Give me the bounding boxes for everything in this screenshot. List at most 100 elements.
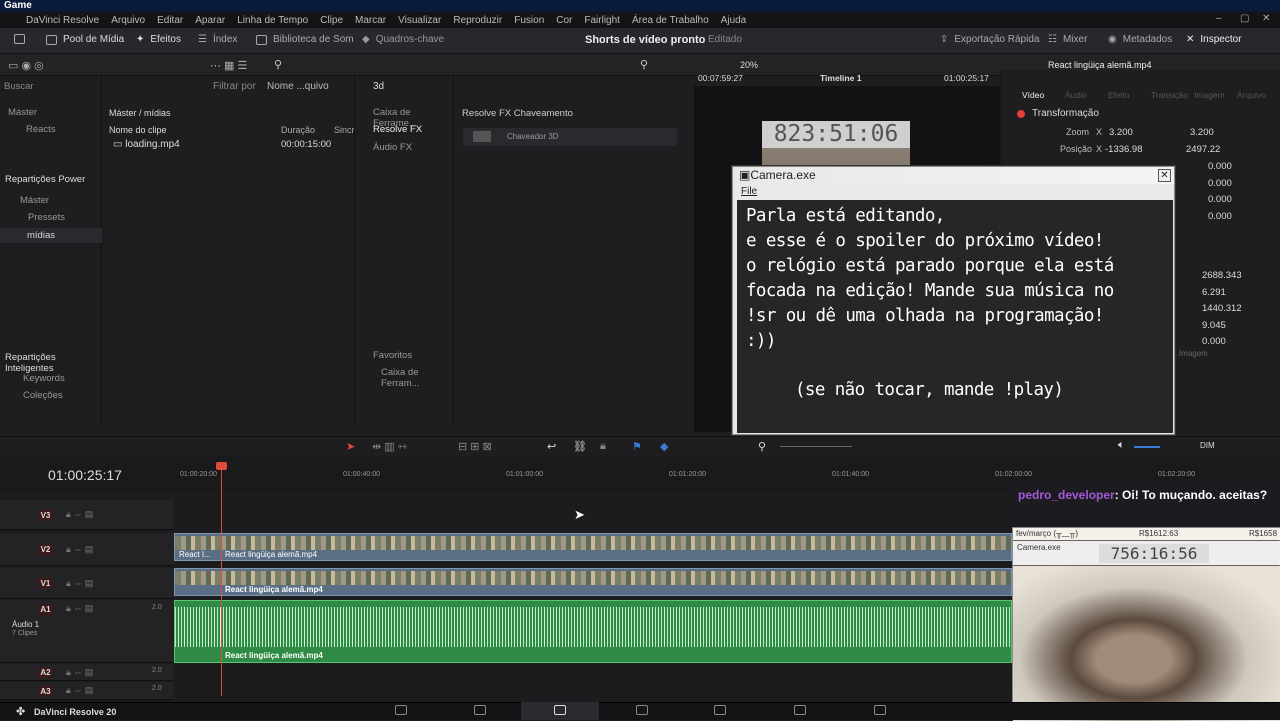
playhead[interactable] bbox=[221, 466, 222, 696]
menu-item[interactable]: Reproduzir bbox=[453, 15, 502, 26]
marker-icon[interactable]: ◆ bbox=[660, 440, 668, 453]
menu-item[interactable]: Cor bbox=[556, 15, 572, 26]
zoom-icon[interactable]: ⚲ bbox=[758, 440, 766, 453]
camera-close-icon[interactable]: ✕ bbox=[1158, 169, 1171, 182]
camera-window[interactable]: ▣Camera.exe ✕ File Parla está editando, … bbox=[732, 166, 1175, 435]
menu-item[interactable]: DaVinci Resolve bbox=[26, 15, 99, 26]
camera-file-menu[interactable]: File bbox=[741, 186, 757, 197]
column-name[interactable]: Nome do clipe bbox=[109, 125, 167, 135]
track-controls-icons[interactable]: 🔒︎ ⇔ ▤ bbox=[66, 578, 93, 589]
media-pool-button[interactable]: Pool de Mídia bbox=[46, 34, 124, 45]
snapping-icon[interactable]: ↩ bbox=[547, 440, 556, 453]
bin-master[interactable]: Máster bbox=[8, 107, 37, 118]
smart-bin-keywords[interactable]: Keywords bbox=[23, 373, 65, 384]
layout-icons[interactable]: ▭ ◉ ◎ bbox=[8, 59, 44, 72]
flag-icon[interactable]: ⚑ bbox=[632, 440, 642, 453]
trim-tool-icons[interactable]: ⇹ ▥ ⇿ bbox=[372, 440, 407, 453]
panel-toggle-icon[interactable] bbox=[14, 34, 25, 44]
inspector-value[interactable]: 0.000 bbox=[1202, 336, 1226, 347]
transform-section[interactable]: Transformação bbox=[1032, 108, 1099, 119]
select-tool-icon[interactable]: ➤ bbox=[346, 440, 355, 453]
inspector-tab[interactable]: Transição bbox=[1151, 90, 1188, 100]
power-bin-master[interactable]: Máster bbox=[20, 195, 49, 206]
fusion-page-icon[interactable] bbox=[636, 705, 648, 715]
favorite-toolbox[interactable]: Caixa de Ferram... bbox=[381, 367, 453, 389]
edit-tool-icons[interactable]: ⊟ ⊞ ⊠ bbox=[458, 440, 492, 453]
view-icons[interactable]: ⋯ ▦ ☰ bbox=[210, 59, 247, 72]
inspector-value[interactable]: 2688.343 bbox=[1202, 270, 1242, 281]
clip-row[interactable]: ▭ loading.mp4 bbox=[113, 139, 180, 150]
track-header-v1[interactable]: V1 🔒︎ ⇔ ▤ bbox=[0, 568, 174, 599]
fx-search-field[interactable]: 3d bbox=[373, 81, 384, 92]
column-sync[interactable]: Sincr bbox=[334, 125, 355, 135]
column-duration[interactable]: Duração bbox=[281, 125, 315, 135]
close-icon[interactable]: ✕ bbox=[1262, 13, 1270, 24]
inspector-tab[interactable]: Efeito bbox=[1108, 90, 1130, 100]
audio-clip-a1[interactable]: React lingüiça alemã.mp4 bbox=[174, 600, 1012, 663]
menu-item[interactable]: Marcar bbox=[355, 15, 386, 26]
menu-item[interactable]: Clipe bbox=[320, 15, 343, 26]
volume-slider[interactable] bbox=[1134, 446, 1160, 448]
track-controls-icons[interactable]: 🔒︎ ⇔ ▤ bbox=[66, 667, 93, 678]
sound-library-button[interactable]: Biblioteca de Som bbox=[256, 34, 354, 45]
cut-page-icon[interactable] bbox=[474, 705, 486, 715]
track-header-a2[interactable]: A2 🔒︎ ⇔ ▤ 2.0 bbox=[0, 664, 174, 681]
index-button[interactable]: ☰ Índex bbox=[198, 34, 237, 45]
fx-search-icon[interactable]: ⚲ bbox=[640, 58, 648, 71]
track-controls-icons[interactable]: 🔒︎ ⇔ ▤ bbox=[66, 603, 93, 614]
fx-section-header[interactable]: Resolve FX Chaveamento bbox=[462, 108, 573, 119]
inspector-tab[interactable]: Áudio bbox=[1065, 90, 1087, 100]
fx-tree-audio-fx[interactable]: Áudio FX bbox=[373, 142, 412, 153]
menu-item[interactable]: Aparar bbox=[195, 15, 225, 26]
track-header-v2[interactable]: V2 🔒︎ ⇔ ▤ bbox=[0, 533, 174, 566]
fx-tree-resolve-fx[interactable]: Resolve FX bbox=[373, 124, 422, 135]
zoom-x-field-right[interactable]: 3.200 bbox=[1190, 127, 1214, 138]
fx-item-3d-keyer[interactable]: Chaveador 3D bbox=[463, 128, 677, 146]
inspector-value[interactable]: 9.045 bbox=[1202, 320, 1226, 331]
inspector-value[interactable]: 0.000 bbox=[1208, 194, 1232, 205]
minimize-icon[interactable]: – bbox=[1216, 13, 1222, 24]
menu-item[interactable]: Editar bbox=[157, 15, 183, 26]
inspector-tab[interactable]: Arquivo bbox=[1237, 90, 1266, 100]
search-icon[interactable]: ⚲ bbox=[274, 58, 282, 71]
inspector-value[interactable]: 0.000 bbox=[1208, 161, 1232, 172]
track-header-a1[interactable]: A1 🔒︎ ⇔ ▤ 2.0 Áudio 17 Clipes bbox=[0, 600, 174, 663]
inspector-tab[interactable]: Imagem bbox=[1194, 90, 1225, 100]
lock-icon[interactable]: 🔒︎ bbox=[600, 440, 606, 453]
power-bin-pressets[interactable]: Pressets bbox=[28, 212, 65, 223]
inspector-value[interactable]: 6.291 bbox=[1202, 287, 1226, 298]
fairlight-page-icon[interactable] bbox=[794, 705, 806, 715]
zoom-slider[interactable] bbox=[780, 446, 852, 447]
bin-reacts[interactable]: Reacts bbox=[26, 124, 56, 135]
color-page-icon[interactable] bbox=[714, 705, 726, 715]
smart-bin-collections[interactable]: Coleções bbox=[23, 390, 63, 401]
inspector-tab[interactable]: Vídeo bbox=[1022, 90, 1044, 100]
keyframes-button[interactable]: ◆ Quadros-chave bbox=[362, 34, 444, 45]
power-bin-midias[interactable]: mídias bbox=[0, 228, 102, 243]
video-clip-v1[interactable]: React lingüiça alemã.mp4 bbox=[174, 568, 1012, 596]
speaker-icon[interactable]: 🔈︎ bbox=[1118, 439, 1125, 452]
menu-item[interactable]: Fusion bbox=[514, 15, 544, 26]
inspector-value[interactable]: 1440.312 bbox=[1202, 303, 1242, 314]
track-controls-icons[interactable]: 🔒︎ ⇔ ▤ bbox=[66, 544, 93, 555]
dim-button[interactable]: DIM bbox=[1200, 441, 1215, 450]
inspector-button[interactable]: ✕ Inspector bbox=[1186, 34, 1242, 45]
deliver-page-icon[interactable] bbox=[874, 705, 886, 715]
zoom-x-field[interactable]: 3.200 bbox=[1109, 127, 1133, 138]
filter-dropdown[interactable]: Nome ...quivo bbox=[267, 81, 329, 92]
quick-export-button[interactable]: ⇪ Exportação Rápida bbox=[940, 34, 1039, 45]
media-search[interactable]: Buscar bbox=[4, 81, 34, 92]
menu-item[interactable]: Ajuda bbox=[721, 15, 747, 26]
favorites-header[interactable]: Favoritos bbox=[373, 350, 412, 361]
metadata-button[interactable]: ◉ Metadados bbox=[1108, 34, 1172, 45]
menu-item[interactable]: Área de Trabalho bbox=[632, 15, 709, 26]
zoom-dropdown[interactable]: 20% bbox=[740, 60, 758, 70]
inspector-value[interactable]: 0.000 bbox=[1208, 178, 1232, 189]
inspector-value[interactable]: 0.000 bbox=[1208, 211, 1232, 222]
mixer-button[interactable]: ☷ Mixer bbox=[1048, 34, 1087, 45]
effects-button[interactable]: ✦ Efeitos bbox=[136, 34, 181, 45]
link-icon[interactable]: ⛓ bbox=[573, 440, 587, 453]
menu-item[interactable]: Visualizar bbox=[398, 15, 441, 26]
timeline-selector[interactable]: Timeline 1 bbox=[820, 73, 861, 83]
menu-item[interactable]: Fairlight bbox=[584, 15, 620, 26]
